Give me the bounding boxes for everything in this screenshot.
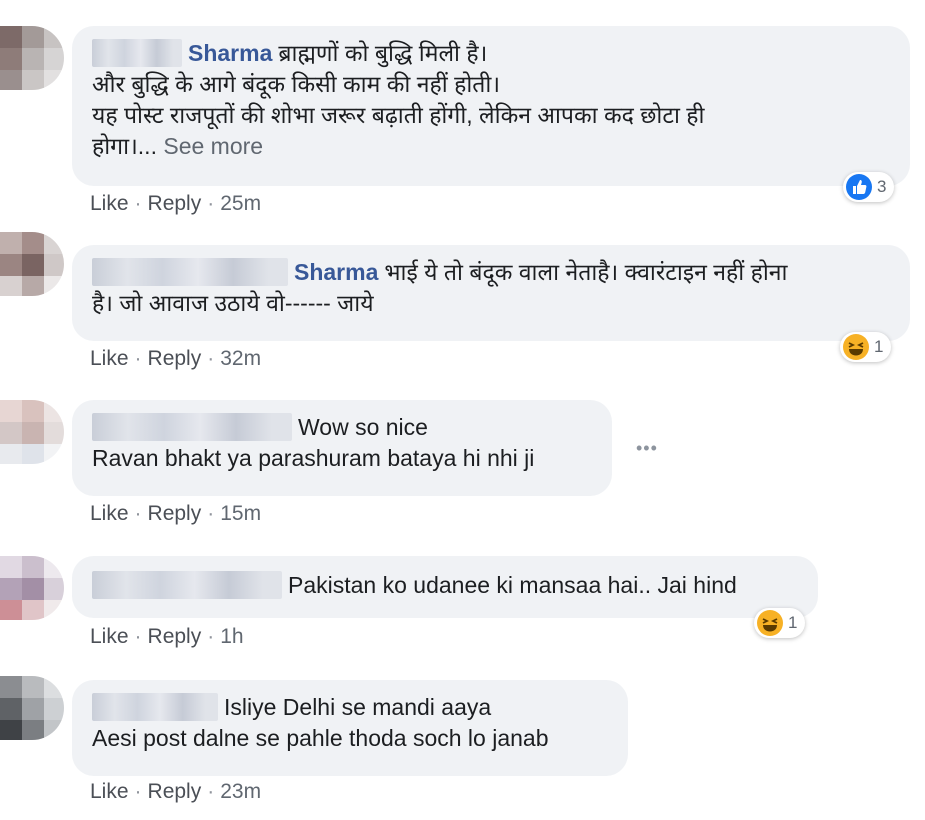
avatar[interactable]: [0, 232, 64, 296]
timestamp[interactable]: 23m: [220, 780, 261, 803]
like-link[interactable]: Like: [90, 625, 129, 648]
separator-dot: ·: [207, 192, 215, 215]
redacted-name: [92, 571, 282, 599]
comment-bubble: Isliye Delhi se mandi aaya Aesi post dal…: [72, 680, 628, 776]
comment-text: है। जो आवाज उठाये वो------ जाये: [92, 290, 374, 316]
reaction-count: 1: [874, 337, 884, 356]
avatar[interactable]: [0, 676, 64, 740]
redacted-name: [92, 413, 292, 441]
comment-actions: Like · Reply · 32m: [90, 347, 261, 371]
reply-link[interactable]: Reply: [148, 780, 202, 803]
reply-link[interactable]: Reply: [148, 625, 202, 648]
separator-dot: ·: [134, 780, 142, 803]
timestamp[interactable]: 25m: [220, 192, 261, 215]
comment-text: यह पोस्ट राजपूतों की शोभा जरूर बढ़ाती हो…: [92, 102, 705, 128]
comment-text: भाई ये तो बंदूक वाला नेताहै। क्वारंटाइन …: [384, 259, 788, 285]
more-options-icon[interactable]: •••: [636, 438, 658, 459]
timestamp[interactable]: 32m: [220, 347, 261, 370]
reaction-summary[interactable]: 1: [840, 332, 892, 362]
comment-text: और बुद्धि के आगे बंदूक किसी काम की नहीं …: [92, 71, 501, 97]
reaction-count: 1: [788, 613, 798, 632]
like-link[interactable]: Like: [90, 502, 129, 525]
reply-link[interactable]: Reply: [148, 347, 202, 370]
separator-dot: ·: [207, 780, 215, 803]
like-link[interactable]: Like: [90, 192, 129, 215]
comment-actions: Like · Reply · 25m: [90, 192, 261, 216]
reaction-summary[interactable]: 3: [843, 172, 895, 202]
redacted-name: [92, 693, 218, 721]
comment-text: होगा।...: [92, 133, 157, 159]
haha-icon: [757, 610, 783, 636]
comment-text: Isliye Delhi se mandi aaya: [224, 694, 492, 720]
avatar[interactable]: [0, 400, 64, 464]
avatar[interactable]: [0, 26, 64, 90]
timestamp[interactable]: 1h: [220, 625, 243, 648]
comment-author[interactable]: Sharma: [188, 40, 272, 66]
redacted-name: [92, 39, 182, 67]
comment-bubble: Sharma ब्राह्मणों को बुद्धि मिली है। और ब…: [72, 26, 910, 186]
comment-bubble: Sharma भाई ये तो बंदूक वाला नेताहै। क्वार…: [72, 245, 910, 341]
reply-link[interactable]: Reply: [148, 502, 202, 525]
separator-dot: ·: [134, 192, 142, 215]
like-link[interactable]: Like: [90, 347, 129, 370]
separator-dot: ·: [207, 625, 215, 648]
comment-text: ब्राह्मणों को बुद्धि मिली है।: [278, 40, 488, 66]
comment-actions: Like · Reply · 23m: [90, 780, 261, 804]
like-link[interactable]: Like: [90, 780, 129, 803]
like-icon: [846, 174, 872, 200]
haha-icon: [843, 334, 869, 360]
separator-dot: ·: [134, 347, 142, 370]
separator-dot: ·: [207, 502, 215, 525]
avatar[interactable]: [0, 556, 64, 620]
comment-text: Aesi post dalne se pahle thoda soch lo j…: [92, 725, 549, 751]
comment-bubble: Wow so nice Ravan bhakt ya parashuram ba…: [72, 400, 612, 496]
see-more-link[interactable]: See more: [163, 133, 263, 159]
comment-author[interactable]: Sharma: [294, 259, 378, 285]
comment-actions: Like · Reply · 1h: [90, 625, 244, 649]
timestamp[interactable]: 15m: [220, 502, 261, 525]
separator-dot: ·: [134, 502, 142, 525]
reaction-summary[interactable]: 1: [754, 608, 806, 638]
separator-dot: ·: [207, 347, 215, 370]
separator-dot: ·: [134, 625, 142, 648]
comment-text: Wow so nice: [298, 414, 428, 440]
comment-bubble: Pakistan ko udanee ki mansaa hai.. Jai h…: [72, 556, 818, 618]
redacted-name: [92, 258, 288, 286]
reaction-count: 3: [877, 177, 887, 196]
comment-text: Pakistan ko udanee ki mansaa hai.. Jai h…: [288, 572, 737, 598]
comment-text: Ravan bhakt ya parashuram bataya hi nhi …: [92, 445, 535, 471]
reply-link[interactable]: Reply: [148, 192, 202, 215]
comment-actions: Like · Reply · 15m: [90, 502, 261, 526]
